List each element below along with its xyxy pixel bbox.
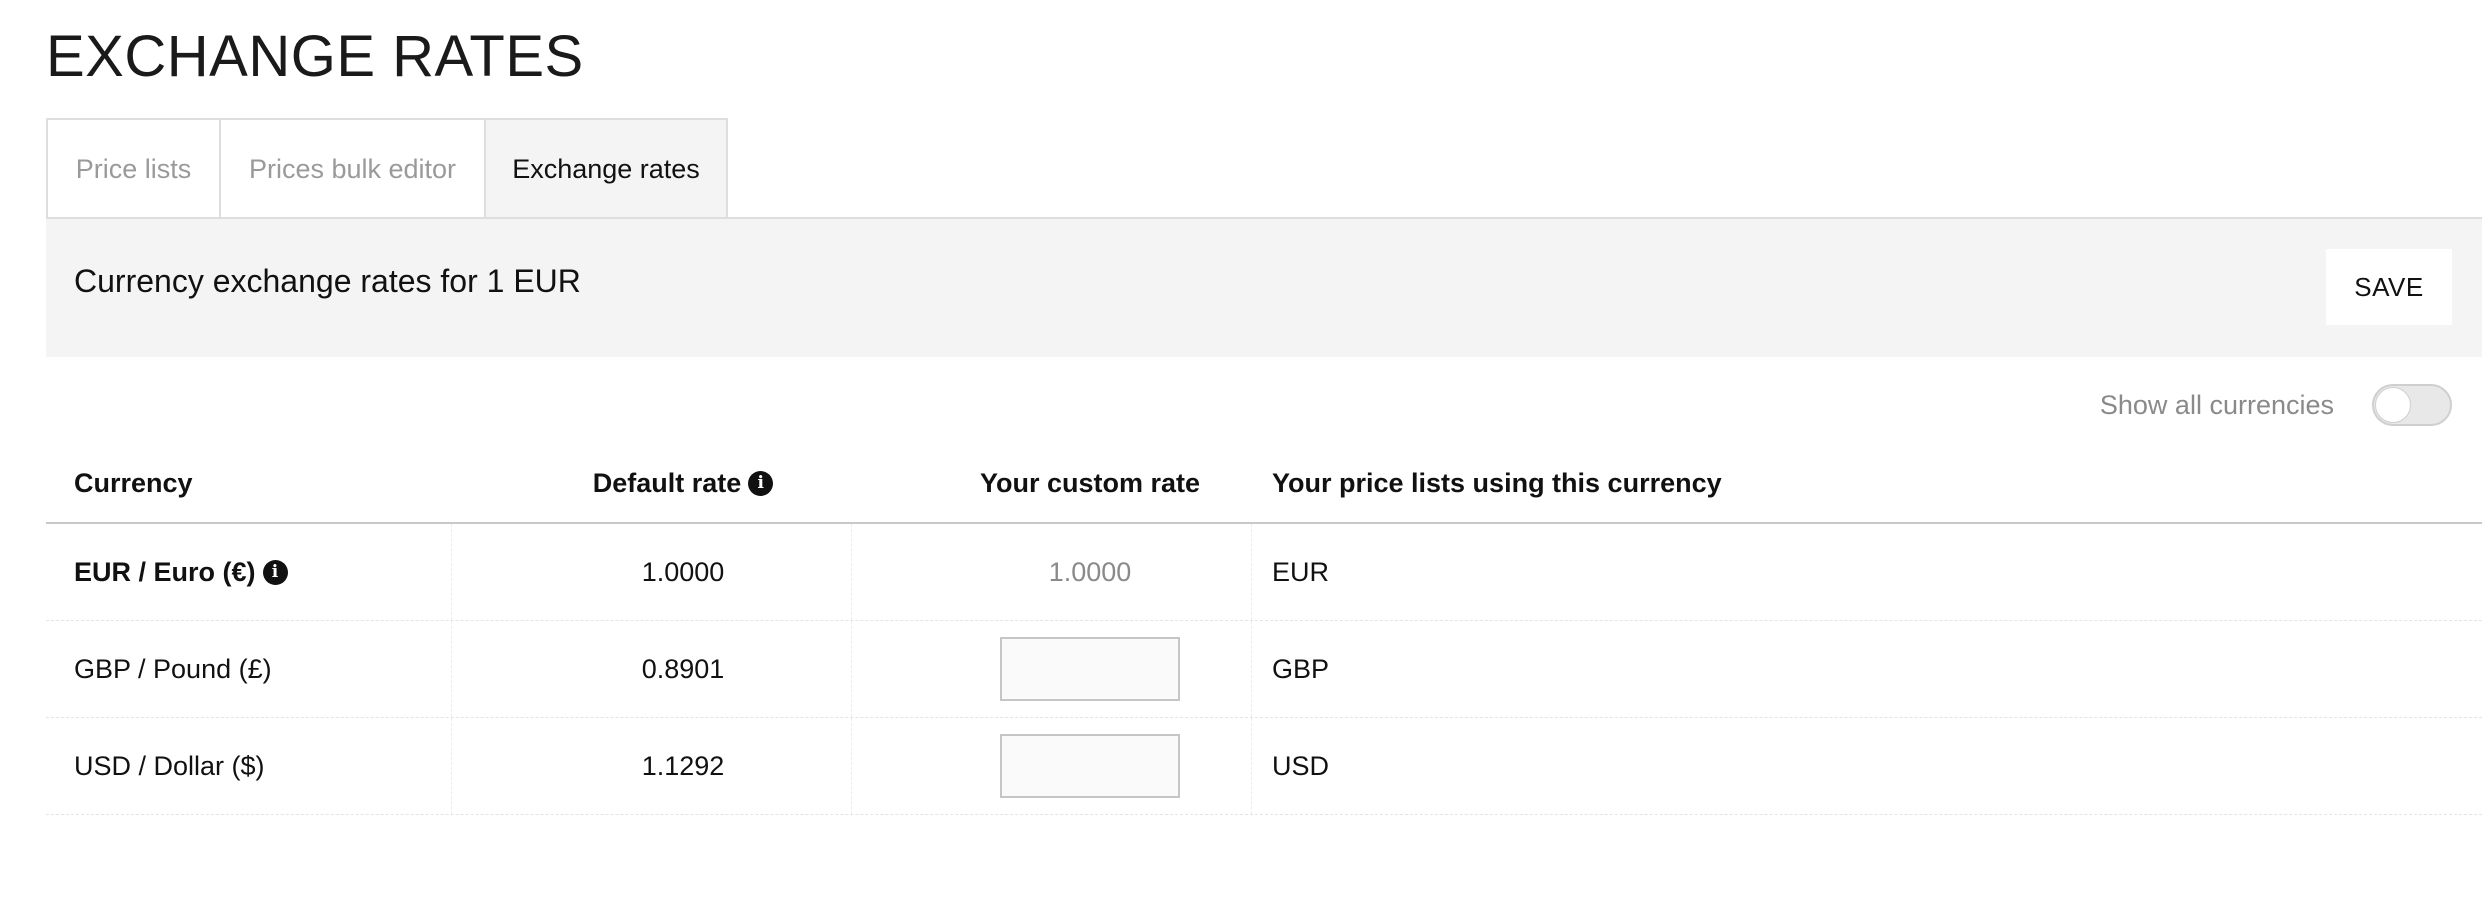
custom-rate-input[interactable] bbox=[1000, 637, 1180, 701]
custom-rate-input[interactable] bbox=[1000, 734, 1180, 798]
save-button[interactable]: SAVE bbox=[2326, 249, 2452, 325]
info-icon[interactable]: i bbox=[748, 471, 774, 496]
toggle-knob bbox=[2375, 387, 2411, 423]
custom-rate-cell: 1.0000 bbox=[1048, 556, 1132, 587]
tab-price-lists[interactable]: Price lists bbox=[46, 118, 221, 219]
table-row: GBP / Pound (£) 0.8901 GBP bbox=[46, 621, 2482, 718]
header-price-lists-label: Your price lists using this currency bbox=[1272, 468, 1722, 498]
currency-cell: GBP / Pound (£) bbox=[74, 653, 272, 684]
currency-cell: EUR / Euro (€) i bbox=[74, 524, 288, 620]
price-lists-cell: EUR bbox=[1272, 556, 1330, 587]
show-all-currencies-row: Show all currencies bbox=[2100, 382, 2452, 428]
page-title: EXCHANGE RATES bbox=[46, 24, 584, 89]
show-all-currencies-toggle[interactable] bbox=[2372, 384, 2452, 426]
default-rate-cell: 0.8901 bbox=[641, 653, 725, 684]
custom-rate-cell bbox=[900, 621, 1280, 717]
price-lists-cell: GBP bbox=[1272, 653, 1330, 684]
column-divider bbox=[851, 524, 853, 620]
column-divider bbox=[851, 718, 853, 814]
header-custom-rate: Your custom rate bbox=[900, 468, 1280, 499]
tab-bar: Price lists Prices bulk editor Exchange … bbox=[46, 118, 728, 219]
header-custom-rate-label: Your custom rate bbox=[979, 468, 1201, 498]
header-default-rate-label: Default rate bbox=[592, 468, 742, 498]
table-header: Currency Default rate i Your custom rate… bbox=[46, 450, 2482, 524]
column-divider bbox=[451, 718, 453, 814]
column-divider bbox=[851, 621, 853, 717]
header-currency: Currency bbox=[74, 468, 193, 499]
tab-exchange-rates[interactable]: Exchange rates bbox=[484, 118, 728, 219]
table-row: USD / Dollar ($) 1.1292 USD bbox=[46, 718, 2482, 815]
info-icon[interactable]: i bbox=[262, 559, 288, 585]
default-rate-cell: 1.0000 bbox=[641, 556, 725, 587]
show-all-currencies-label: Show all currencies bbox=[2099, 389, 2334, 420]
table-row: EUR / Euro (€) i 1.0000 1.0000 EUR bbox=[46, 524, 2482, 621]
column-divider bbox=[451, 524, 453, 620]
header-default-rate: Default rate i bbox=[553, 468, 813, 499]
header-price-lists: Your price lists using this currency bbox=[1272, 468, 1722, 499]
panel-title: Currency exchange rates for 1 EUR bbox=[74, 263, 581, 299]
header-currency-label: Currency bbox=[74, 468, 193, 498]
exchange-rates-table: Currency Default rate i Your custom rate… bbox=[46, 450, 2482, 815]
currency-cell: USD / Dollar ($) bbox=[74, 750, 265, 781]
panel-header: Currency exchange rates for 1 EUR SAVE bbox=[46, 217, 2482, 357]
default-rate-cell: 1.1292 bbox=[641, 750, 725, 781]
custom-rate-cell bbox=[900, 718, 1280, 814]
tab-prices-bulk-editor[interactable]: Prices bulk editor bbox=[219, 118, 486, 219]
column-divider bbox=[451, 621, 453, 717]
price-lists-cell: USD bbox=[1272, 750, 1330, 781]
currency-name: EUR / Euro (€) bbox=[74, 556, 256, 587]
